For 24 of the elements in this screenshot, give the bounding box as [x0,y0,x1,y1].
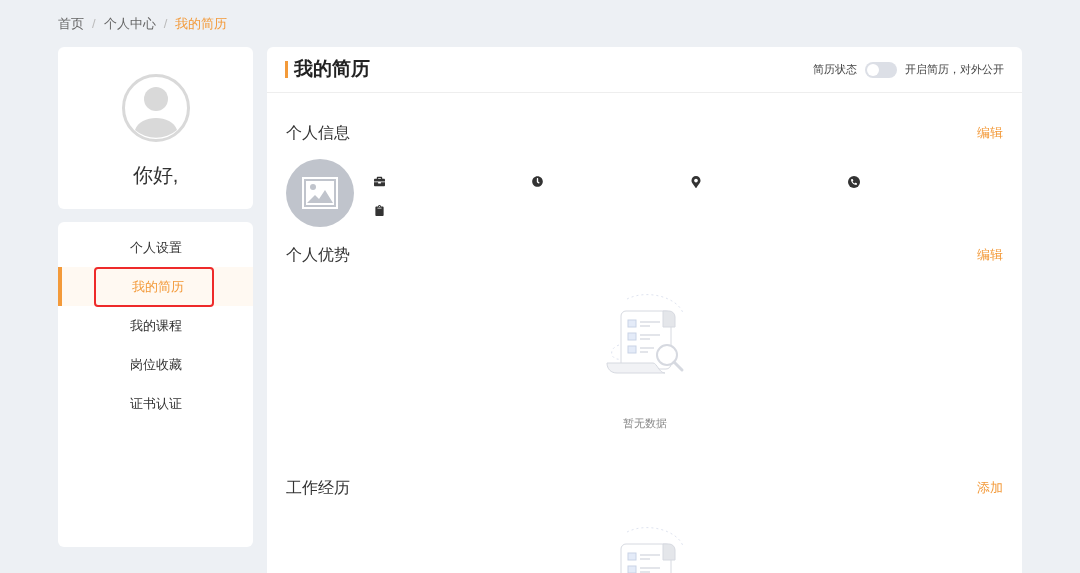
breadcrumb-link[interactable]: 个人中心 [103,14,156,34]
avatar-icon [121,74,190,142]
breadcrumb-link[interactable]: 首页 [58,14,84,34]
phone-icon [848,176,860,188]
status-hint: 开启简历，对外公开 [905,62,1004,78]
greeting-text: 你好, [132,163,179,188]
title-accent-bar [285,61,288,78]
breadcrumb-separator: / [92,15,96,34]
panel-title: 我的简历 [294,57,370,82]
section-title: 个人优势 [286,245,350,265]
sidebar-item[interactable]: 我的课程 [58,306,253,345]
empty-state-text: 暂无数据 [622,416,667,431]
sidebar-item[interactable]: 岗位收藏 [58,345,253,384]
section-title: 个人信息 [286,123,350,143]
sidebar-item[interactable]: 个人设置 [58,228,253,267]
status-toggle[interactable] [865,61,897,78]
briefcase-icon [374,176,385,187]
clock-icon [532,176,543,187]
section-title: 工作经历 [286,477,350,498]
breadcrumb-separator: / [163,15,168,34]
status-label: 简历状态 [813,62,857,78]
clipboard-icon [374,205,385,216]
location-pin-icon [690,176,702,188]
sidebar-item[interactable]: 证书认证 [58,384,253,423]
